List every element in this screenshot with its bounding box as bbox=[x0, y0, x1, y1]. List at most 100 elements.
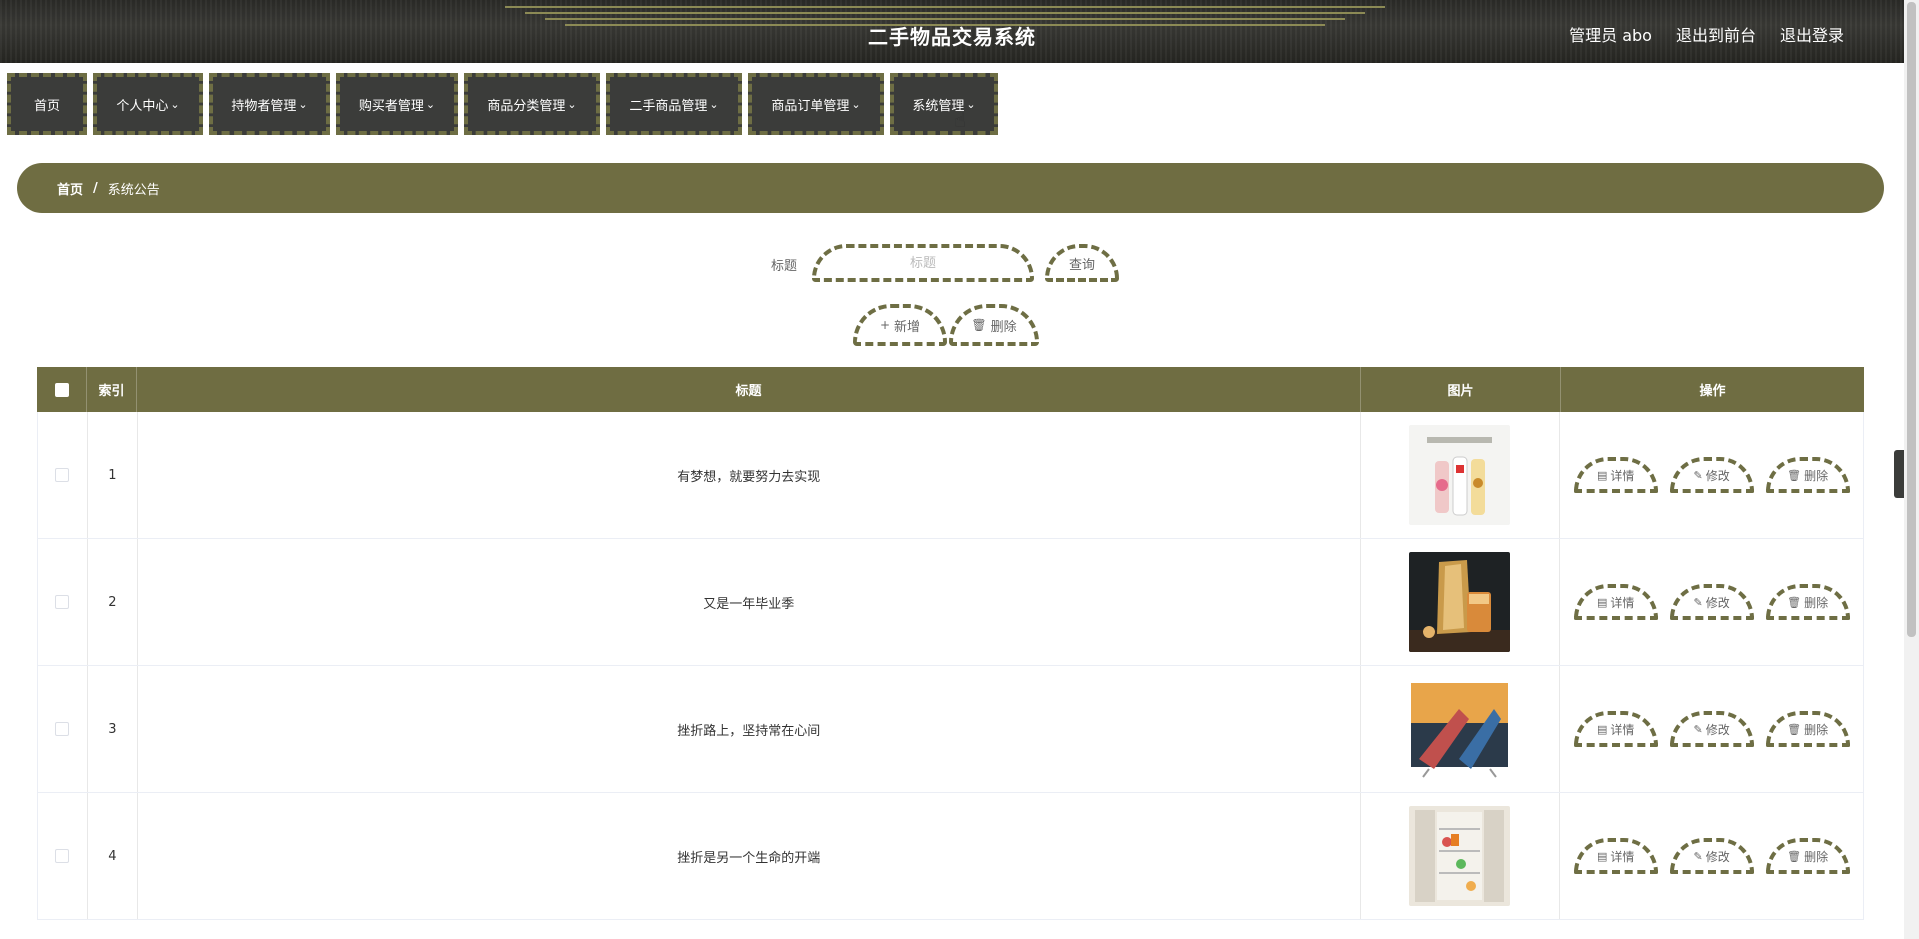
breadcrumb-home[interactable]: 首页 bbox=[57, 179, 83, 198]
detail-button[interactable]: ▤ 详情 bbox=[1573, 838, 1658, 874]
table-row: 2 又是一年毕业季 ▤ 详情 ✎ 修改 🗑 删除 bbox=[37, 539, 1864, 666]
chevron-down-icon: ⌄ bbox=[425, 97, 436, 111]
nav-label: 商品订单管理 bbox=[771, 98, 850, 114]
nav-item-buyer-management[interactable]: 购买者管理 ⌄ bbox=[336, 73, 458, 135]
add-button[interactable]: + 新增 bbox=[853, 304, 947, 346]
nav-label: 二手商品管理 bbox=[629, 98, 708, 114]
batch-delete-button[interactable]: 🗑 删除 bbox=[949, 304, 1039, 346]
row-index: 4 bbox=[88, 793, 138, 919]
top-header: 二手物品交易系统 管理员 abo 退出到前台 退出登录 bbox=[0, 0, 1904, 63]
delete-label: 删除 bbox=[1804, 849, 1829, 864]
detail-button[interactable]: ▤ 详情 bbox=[1573, 711, 1658, 747]
nav-label: 持物者管理 bbox=[231, 98, 297, 114]
announcement-table: 索引 标题 图片 操作 1 有梦想，就要努力去实现 ▤详情 ✎修改 🗑删除 bbox=[37, 367, 1864, 920]
table-row: 3 挫折路上，坚持常在心间 ▤ 详情 ✎ 修改 🗑 删除 bbox=[37, 666, 1864, 793]
detail-label: 详情 bbox=[1610, 468, 1635, 483]
row-checkbox[interactable] bbox=[55, 595, 70, 609]
breadcrumb-current: 系统公告 bbox=[107, 182, 160, 198]
vertical-scrollbar[interactable] bbox=[1904, 0, 1919, 939]
row-title: 又是一年毕业季 bbox=[138, 539, 1361, 665]
row-image-cell bbox=[1361, 412, 1561, 538]
nav-item-category-management[interactable]: 商品分类管理 ⌄ bbox=[464, 73, 600, 135]
pencil-icon: ✎ bbox=[1693, 722, 1703, 736]
row-checkbox[interactable] bbox=[55, 849, 70, 863]
detail-button[interactable]: ▤ 详情 bbox=[1573, 457, 1658, 493]
back-to-frontend-link[interactable]: 退出到前台 bbox=[1676, 22, 1756, 46]
document-icon: ▤ bbox=[1596, 468, 1608, 482]
delete-button[interactable]: 🗑 删除 bbox=[1765, 711, 1850, 747]
search-title-input[interactable] bbox=[812, 244, 1034, 282]
edit-label: 修改 bbox=[1705, 595, 1730, 610]
edit-button[interactable]: ✎ 修改 bbox=[1669, 838, 1754, 874]
nav-item-home[interactable]: 首页 bbox=[7, 73, 87, 135]
nav-item-holder-management[interactable]: 持物者管理 ⌄ bbox=[209, 73, 330, 135]
header-title: 标题 bbox=[137, 367, 1361, 412]
chevron-down-icon: ⌄ bbox=[567, 97, 577, 111]
breadcrumb: 首页 / 系统公告 bbox=[17, 163, 1884, 213]
bottled-drinks-image[interactable] bbox=[1409, 425, 1511, 525]
tea-drink-image[interactable] bbox=[1409, 552, 1511, 652]
row-image-cell bbox=[1361, 539, 1561, 665]
select-all-checkbox[interactable] bbox=[54, 382, 69, 397]
nav-item-goods-management[interactable]: 二手商品管理 ⌄ bbox=[606, 73, 742, 135]
row-title: 有梦想，就要努力去实现 bbox=[138, 412, 1361, 538]
hand-cursor-icon: ☝ bbox=[954, 108, 967, 132]
row-index: 3 bbox=[88, 666, 138, 792]
detail-label: 详情 bbox=[1610, 722, 1635, 737]
nav-label: 个人中心 bbox=[116, 98, 169, 114]
edit-label: 修改 bbox=[1705, 468, 1730, 483]
header-index: 索引 bbox=[87, 367, 137, 412]
row-index: 2 bbox=[88, 539, 138, 665]
row-checkbox[interactable] bbox=[55, 468, 70, 482]
edit-button[interactable]: ✎ 修改 bbox=[1669, 711, 1754, 747]
row-title: 挫折是另一个生命的开端 bbox=[138, 793, 1361, 919]
edit-label: 修改 bbox=[1705, 849, 1730, 864]
header-links: 管理员 abo 退出到前台 退出登录 bbox=[1569, 22, 1844, 46]
query-button[interactable]: 查询 bbox=[1045, 244, 1119, 282]
table-header: 索引 标题 图片 操作 bbox=[37, 367, 1864, 412]
nav-item-personal-center[interactable]: 个人中心 ⌄ bbox=[93, 73, 203, 135]
delete-button[interactable]: 🗑 删除 bbox=[1765, 457, 1850, 493]
document-icon: ▤ bbox=[1596, 595, 1608, 609]
tv-screen-image[interactable] bbox=[1409, 679, 1511, 779]
delete-label: 删除 bbox=[1804, 595, 1829, 610]
refrigerator-image[interactable] bbox=[1409, 806, 1511, 906]
table-row: 1 有梦想，就要努力去实现 ▤ 详情 ✎ 修改 🗑 删除 bbox=[37, 412, 1864, 539]
row-ops-cell: ▤ 详情 ✎ 修改 🗑 删除 bbox=[1560, 412, 1863, 538]
row-check-cell bbox=[38, 793, 88, 919]
delete-button[interactable]: 🗑 删除 bbox=[1765, 584, 1850, 620]
edit-button[interactable]: ✎ 修改 bbox=[1669, 457, 1754, 493]
row-check-cell bbox=[38, 539, 88, 665]
row-index: 1 bbox=[88, 412, 138, 538]
trash-icon: 🗑 bbox=[1787, 468, 1802, 482]
row-ops-cell: ▤ 详情 ✎ 修改 🗑 删除 bbox=[1560, 539, 1863, 665]
document-icon: ▤ bbox=[1596, 722, 1608, 736]
detail-label: 详情 bbox=[1610, 849, 1635, 864]
chevron-down-icon: ⌄ bbox=[170, 97, 180, 111]
plus-icon: + bbox=[879, 318, 891, 332]
delete-button[interactable]: 🗑 删除 bbox=[1765, 838, 1850, 874]
delete-button-label: 删除 bbox=[990, 319, 1017, 335]
header-ops: 操作 bbox=[1699, 384, 1726, 399]
table-row: 4 挫折是另一个生命的开端 ▤ 详情 ✎ 修改 🗑 删除 bbox=[37, 793, 1864, 920]
delete-label: 删除 bbox=[1804, 468, 1829, 483]
scrollbar-thumb[interactable] bbox=[1907, 2, 1916, 637]
logout-link[interactable]: 退出登录 bbox=[1780, 22, 1844, 46]
delete-label: 删除 bbox=[1804, 722, 1829, 737]
chevron-down-icon: ⌄ bbox=[709, 97, 719, 111]
nav-label: 购买者管理 bbox=[358, 98, 424, 114]
row-check-cell bbox=[38, 412, 88, 538]
nav-item-order-management[interactable]: 商品订单管理 ⌄ bbox=[748, 73, 884, 135]
edit-label: 修改 bbox=[1705, 722, 1730, 737]
trash-icon: 🗑 bbox=[1787, 595, 1802, 609]
select-all-cell bbox=[37, 367, 87, 412]
row-checkbox[interactable] bbox=[55, 722, 70, 736]
row-title: 挫折路上，坚持常在心间 bbox=[138, 666, 1361, 792]
edit-button[interactable]: ✎ 修改 bbox=[1669, 584, 1754, 620]
chevron-down-icon: ⌄ bbox=[298, 97, 308, 111]
detail-button[interactable]: ▤ 详情 bbox=[1573, 584, 1658, 620]
row-ops-cell: ▤ 详情 ✎ 修改 🗑 删除 bbox=[1560, 793, 1863, 919]
nav-item-system-management[interactable]: 系统管理 ⌄ bbox=[890, 73, 998, 135]
chevron-down-icon: ⌄ bbox=[851, 97, 861, 111]
admin-user-link[interactable]: 管理员 abo bbox=[1569, 22, 1652, 46]
